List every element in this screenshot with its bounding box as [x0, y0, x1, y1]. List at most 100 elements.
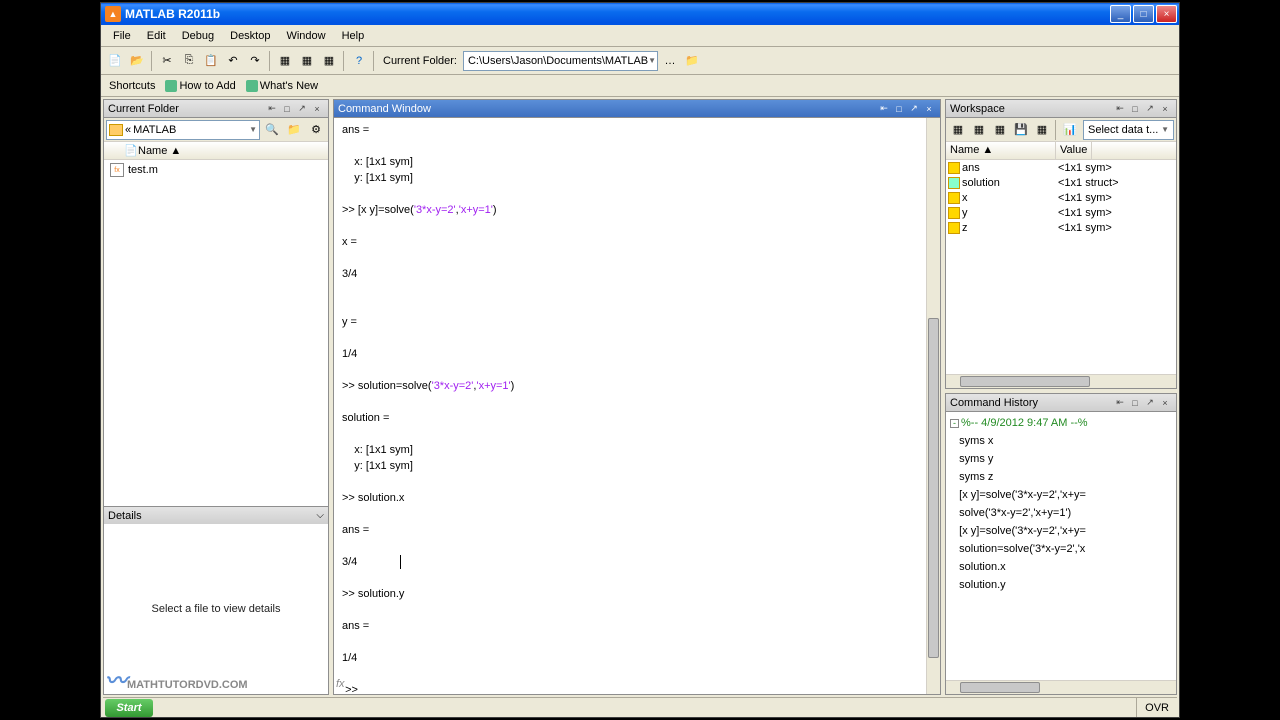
max-icon[interactable]: ↗	[1143, 396, 1157, 410]
menu-help[interactable]: Help	[334, 28, 373, 44]
redo-icon[interactable]: ↷	[245, 51, 265, 71]
open-file-icon[interactable]: 📂	[127, 51, 147, 71]
current-folder-title: Current Folder ⇤ □ ↗ ×	[104, 100, 328, 118]
history-item[interactable]: solution=solve('3*x-y=2','x	[950, 540, 1172, 558]
dock-icon[interactable]: ⇤	[877, 102, 891, 116]
delete-icon[interactable]: ▦	[1032, 120, 1052, 140]
ovr-indicator: OVR	[1136, 698, 1177, 717]
ws-row[interactable]: y<1x1 sym>	[946, 205, 1176, 220]
min-icon[interactable]: □	[1128, 102, 1142, 116]
file-list: fx test.m	[104, 160, 328, 506]
dock-icon[interactable]: ⇤	[265, 102, 279, 116]
simulink-icon[interactable]: ▦	[275, 51, 295, 71]
history-item[interactable]: syms x	[950, 432, 1172, 450]
search-icon[interactable]: 🔍	[262, 120, 282, 140]
max-icon[interactable]: ↗	[1143, 102, 1157, 116]
save-ws-icon[interactable]: 💾	[1011, 120, 1031, 140]
shortcuts-bar: Shortcuts How to Add What's New	[101, 75, 1179, 97]
folder-icon	[109, 124, 123, 136]
ws-col-value[interactable]: Value	[1056, 142, 1092, 159]
command-window-panel: Command Window ⇤ □ ↗ × ans = x: [1x1 sym…	[333, 99, 941, 695]
titlebar: ▲ MATLAB R2011b _ □ ×	[101, 3, 1179, 25]
cut-icon[interactable]: ✂	[157, 51, 177, 71]
command-window-body[interactable]: ans = x: [1x1 sym] y: [1x1 sym] >> [x y]…	[334, 118, 940, 694]
command-history-body: -%-- 4/9/2012 9:47 AM --% syms x syms y …	[946, 412, 1176, 680]
folder-nav-combo[interactable]: « MATLAB ▼	[106, 120, 260, 140]
import-icon[interactable]: ▦	[990, 120, 1010, 140]
close-icon[interactable]: ×	[1158, 396, 1172, 410]
min-icon[interactable]: □	[1128, 396, 1142, 410]
details-header[interactable]: Details ⌵	[104, 506, 328, 524]
menu-edit[interactable]: Edit	[139, 28, 174, 44]
workspace-variable-list: ans<1x1 sym> solution<1x1 struct> x<1x1 …	[946, 160, 1176, 374]
m-file-icon: fx	[110, 163, 124, 177]
copy-icon[interactable]: ⎘	[179, 51, 199, 71]
workspace-title: Workspace ⇤ □ ↗ ×	[946, 100, 1176, 118]
history-item[interactable]: [x y]=solve('3*x-y=2','x+y=	[950, 522, 1172, 540]
scrollbar-vertical[interactable]	[926, 118, 940, 694]
command-history-title: Command History ⇤ □ ↗ ×	[946, 394, 1176, 412]
history-item[interactable]: syms y	[950, 450, 1172, 468]
open-var-icon[interactable]: ▦	[969, 120, 989, 140]
file-list-header[interactable]: 📄 Name ▲	[104, 142, 328, 160]
menu-file[interactable]: File	[105, 28, 139, 44]
close-icon[interactable]: ×	[922, 102, 936, 116]
window-title: MATLAB R2011b	[125, 7, 1108, 21]
details-body: Select a file to view details	[104, 524, 328, 694]
history-item[interactable]: solve('3*x-y=2','x+y=1')	[950, 504, 1172, 522]
history-item[interactable]: [x y]=solve('3*x-y=2','x+y=	[950, 486, 1172, 504]
scrollbar-horizontal[interactable]	[946, 374, 1176, 388]
min-icon[interactable]: □	[892, 102, 906, 116]
undo-icon[interactable]: ↶	[223, 51, 243, 71]
file-item[interactable]: fx test.m	[104, 162, 328, 178]
close-button[interactable]: ×	[1156, 5, 1177, 23]
ws-row[interactable]: x<1x1 sym>	[946, 190, 1176, 205]
history-item[interactable]: solution.x	[950, 558, 1172, 576]
up-icon[interactable]: 📁	[284, 120, 304, 140]
ws-col-name[interactable]: Name ▲	[946, 142, 1056, 159]
paste-icon[interactable]: 📋	[201, 51, 221, 71]
minimize-button[interactable]: _	[1110, 5, 1131, 23]
dock-icon[interactable]: ⇤	[1113, 396, 1127, 410]
matlab-icon: ▲	[105, 6, 121, 22]
shortcuts-label: Shortcuts	[105, 80, 159, 92]
scrollbar-horizontal[interactable]	[946, 680, 1176, 694]
history-item[interactable]: solution.y	[950, 576, 1172, 594]
current-folder-combo[interactable]: C:\Users\Jason\Documents\MATLAB ▼	[463, 51, 658, 71]
min-icon[interactable]: □	[280, 102, 294, 116]
ws-row[interactable]: solution<1x1 struct>	[946, 175, 1176, 190]
plot-icon[interactable]: 📊	[1060, 120, 1080, 140]
menubar: File Edit Debug Desktop Window Help	[101, 25, 1179, 47]
command-window-title: Command Window ⇤ □ ↗ ×	[334, 100, 940, 118]
chevron-down-icon: ⌵	[316, 510, 324, 521]
max-icon[interactable]: ↗	[295, 102, 309, 116]
menu-window[interactable]: Window	[278, 28, 333, 44]
ws-row[interactable]: z<1x1 sym>	[946, 220, 1176, 235]
select-data-combo[interactable]: Select data t...▼	[1083, 120, 1174, 140]
shortcut-how-to-add[interactable]: How to Add	[161, 79, 239, 93]
browse-folder-icon[interactable]: …	[660, 51, 680, 71]
profiler-icon[interactable]: ▦	[319, 51, 339, 71]
statusbar: Start OVR	[103, 697, 1177, 717]
close-icon[interactable]: ×	[310, 102, 324, 116]
command-history-panel: Command History ⇤ □ ↗ × -%-- 4/9/2012 9:…	[945, 393, 1177, 695]
history-timestamp[interactable]: -%-- 4/9/2012 9:47 AM --%	[950, 414, 1172, 432]
menu-debug[interactable]: Debug	[174, 28, 222, 44]
new-var-icon[interactable]: ▦	[948, 120, 968, 140]
close-icon[interactable]: ×	[1158, 102, 1172, 116]
main-toolbar: 📄 📂 ✂ ⎘ 📋 ↶ ↷ ▦ ▦ ▦ ? Current Folder: C:…	[101, 47, 1179, 75]
dock-icon[interactable]: ⇤	[1113, 102, 1127, 116]
maximize-button[interactable]: □	[1133, 5, 1154, 23]
ws-row[interactable]: ans<1x1 sym>	[946, 160, 1176, 175]
new-file-icon[interactable]: 📄	[105, 51, 125, 71]
up-folder-icon[interactable]: 📁	[682, 51, 702, 71]
history-item[interactable]: syms z	[950, 468, 1172, 486]
help-icon[interactable]: ?	[349, 51, 369, 71]
start-button[interactable]: Start	[105, 699, 153, 717]
max-icon[interactable]: ↗	[907, 102, 921, 116]
gear-icon[interactable]: ⚙	[306, 120, 326, 140]
guide-icon[interactable]: ▦	[297, 51, 317, 71]
menu-desktop[interactable]: Desktop	[222, 28, 278, 44]
shortcut-whats-new[interactable]: What's New	[242, 79, 322, 93]
current-folder-path: C:\Users\Jason\Documents\MATLAB	[468, 55, 648, 67]
